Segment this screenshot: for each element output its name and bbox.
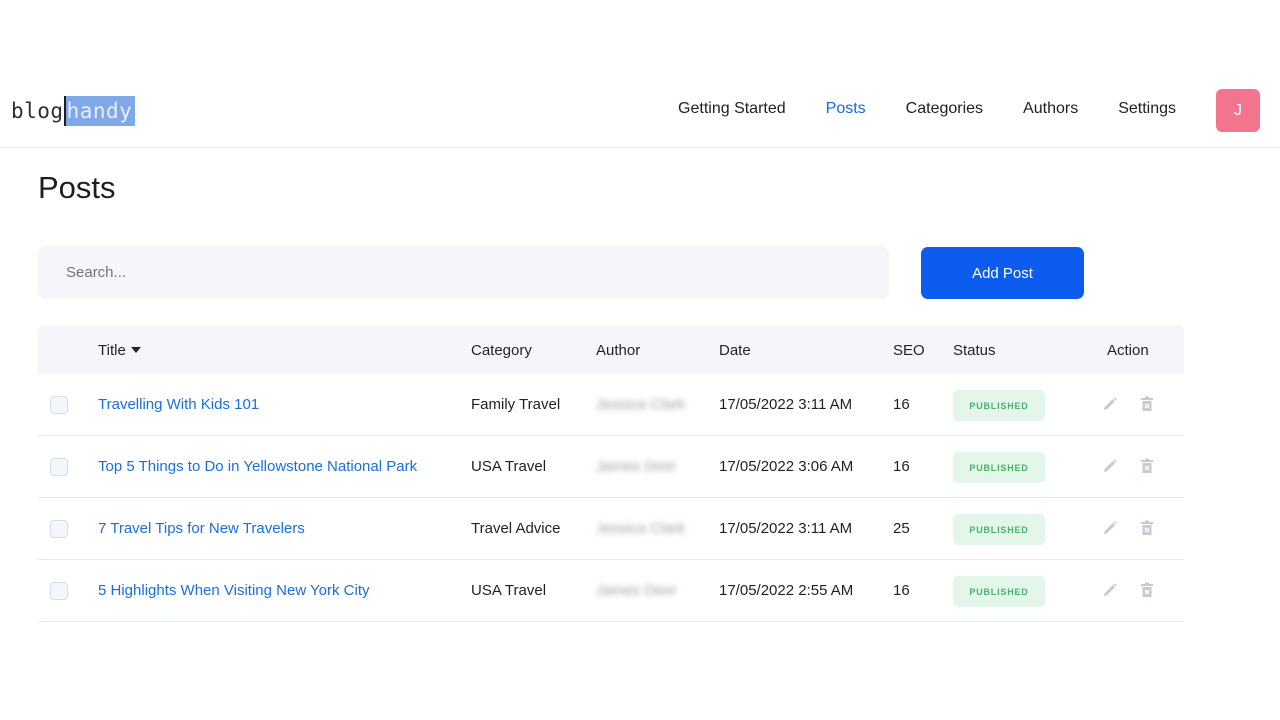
column-header-title[interactable]: Title: [98, 342, 141, 359]
add-post-button[interactable]: Add Post: [921, 247, 1084, 299]
row-checkbox[interactable]: [50, 582, 68, 600]
search-input[interactable]: [38, 246, 889, 299]
delete-trash-icon[interactable]: [1137, 518, 1157, 538]
post-title-link[interactable]: 7 Travel Tips for New Travelers: [98, 520, 305, 537]
table-row: Top 5 Things to Do in Yellowstone Nation…: [38, 436, 1184, 498]
column-header-title-label: Title: [98, 342, 126, 359]
column-header-action: Action: [1107, 342, 1149, 359]
post-title-link[interactable]: 5 Highlights When Visiting New York City: [98, 582, 370, 599]
post-category: Travel Advice: [471, 520, 561, 537]
nav-settings[interactable]: Settings: [1118, 100, 1176, 118]
post-seo-score: 25: [893, 520, 910, 537]
column-header-status: Status: [953, 342, 996, 359]
main-nav: Getting Started Posts Categories Authors…: [678, 100, 1176, 118]
post-category: USA Travel: [471, 582, 547, 599]
column-header-date: Date: [719, 342, 751, 359]
post-author: James Deer: [596, 582, 677, 599]
post-category: Family Travel: [471, 396, 561, 413]
nav-authors[interactable]: Authors: [1023, 100, 1078, 118]
top-navigation-bar: blog handy Getting Started Posts Categori…: [0, 74, 1280, 148]
post-title-link[interactable]: Travelling With Kids 101: [98, 396, 259, 413]
post-author: James Deer: [596, 458, 677, 475]
row-checkbox[interactable]: [50, 396, 68, 414]
posts-table: Title Category Author Date SEO Status Ac…: [38, 325, 1184, 622]
edit-pencil-icon[interactable]: [1100, 394, 1120, 414]
status-badge: PUBLISHED: [953, 390, 1045, 421]
user-avatar[interactable]: J: [1216, 89, 1260, 132]
delete-trash-icon[interactable]: [1137, 580, 1157, 600]
delete-trash-icon[interactable]: [1137, 456, 1157, 476]
status-badge: PUBLISHED: [953, 576, 1045, 607]
logo-text-blog: blog: [11, 99, 64, 123]
post-author: Jessica Clark: [596, 396, 686, 413]
status-badge: PUBLISHED: [953, 452, 1045, 483]
row-checkbox[interactable]: [50, 520, 68, 538]
post-title-link[interactable]: Top 5 Things to Do in Yellowstone Nation…: [98, 458, 417, 475]
column-header-seo: SEO: [893, 342, 925, 359]
page-title: Posts: [38, 170, 116, 205]
post-date: 17/05/2022 3:11 AM: [719, 396, 853, 413]
post-seo-score: 16: [893, 582, 910, 599]
edit-pencil-icon[interactable]: [1100, 456, 1120, 476]
row-checkbox[interactable]: [50, 458, 68, 476]
nav-categories[interactable]: Categories: [906, 100, 983, 118]
post-seo-score: 16: [893, 458, 910, 475]
post-author: Jessica Clark: [596, 520, 686, 537]
edit-pencil-icon[interactable]: [1100, 580, 1120, 600]
nav-posts[interactable]: Posts: [826, 100, 866, 118]
logo-text-handy: handy: [63, 96, 136, 126]
post-date: 17/05/2022 3:11 AM: [719, 520, 853, 537]
sort-caret-down-icon: [130, 347, 141, 353]
table-row: 5 Highlights When Visiting New York City…: [38, 560, 1184, 622]
nav-getting-started[interactable]: Getting Started: [678, 100, 786, 118]
status-badge: PUBLISHED: [953, 514, 1045, 545]
post-category: USA Travel: [471, 458, 547, 475]
column-header-author: Author: [596, 342, 641, 359]
table-row: 7 Travel Tips for New Travelers Travel A…: [38, 498, 1184, 560]
table-header: Title Category Author Date SEO Status Ac…: [38, 325, 1184, 374]
column-header-category: Category: [471, 342, 532, 359]
post-date: 17/05/2022 2:55 AM: [719, 582, 854, 599]
blog-handy-logo[interactable]: blog handy: [11, 95, 136, 127]
edit-pencil-icon[interactable]: [1100, 518, 1120, 538]
table-row: Travelling With Kids 101 Family Travel J…: [38, 374, 1184, 436]
delete-trash-icon[interactable]: [1137, 394, 1157, 414]
post-date: 17/05/2022 3:06 AM: [719, 458, 854, 475]
post-seo-score: 16: [893, 396, 910, 413]
